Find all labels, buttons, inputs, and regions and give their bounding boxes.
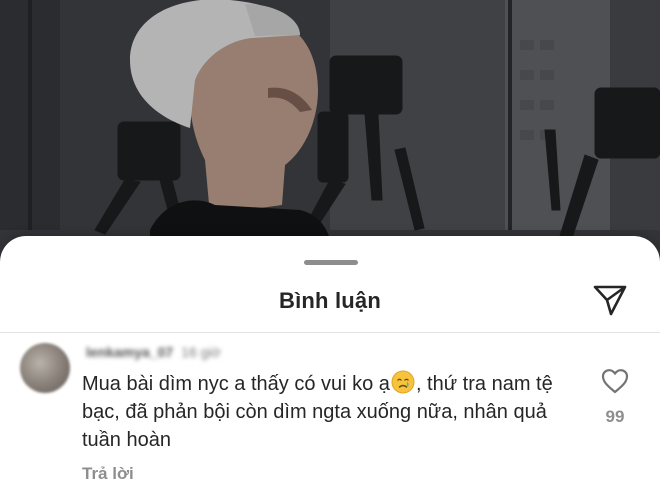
- paper-plane-icon: [593, 285, 627, 316]
- like-count: 99: [605, 407, 625, 426]
- avatar[interactable]: [20, 343, 70, 393]
- comments-sheet: Bình luận lenkamya_07 16 giờ Mua bài dìm …: [0, 236, 660, 492]
- like-button[interactable]: [601, 368, 629, 394]
- reply-button[interactable]: Trả lời: [82, 464, 134, 484]
- share-button[interactable]: [590, 279, 630, 319]
- comment-text: Mua bài dìm nyc a thấy có vui ko ạ , thứ…: [82, 370, 582, 454]
- header-divider: [0, 332, 660, 333]
- comment-timestamp: 16 giờ: [181, 344, 221, 360]
- crying-face-emoji-icon: [391, 370, 415, 394]
- gym-scene-illustration: [0, 0, 660, 260]
- comment-username[interactable]: lenkamya_07: [86, 344, 173, 360]
- comment-text-part-1: Mua bài dìm nyc a thấy có vui ko ạ: [82, 373, 390, 395]
- sheet-title: Bình luận: [278, 288, 381, 313]
- comment-meta: lenkamya_07 16 giờ: [86, 344, 221, 360]
- background-photo: [0, 0, 660, 260]
- sheet-grab-handle[interactable]: [304, 260, 358, 265]
- heart-outline-icon: [601, 369, 629, 394]
